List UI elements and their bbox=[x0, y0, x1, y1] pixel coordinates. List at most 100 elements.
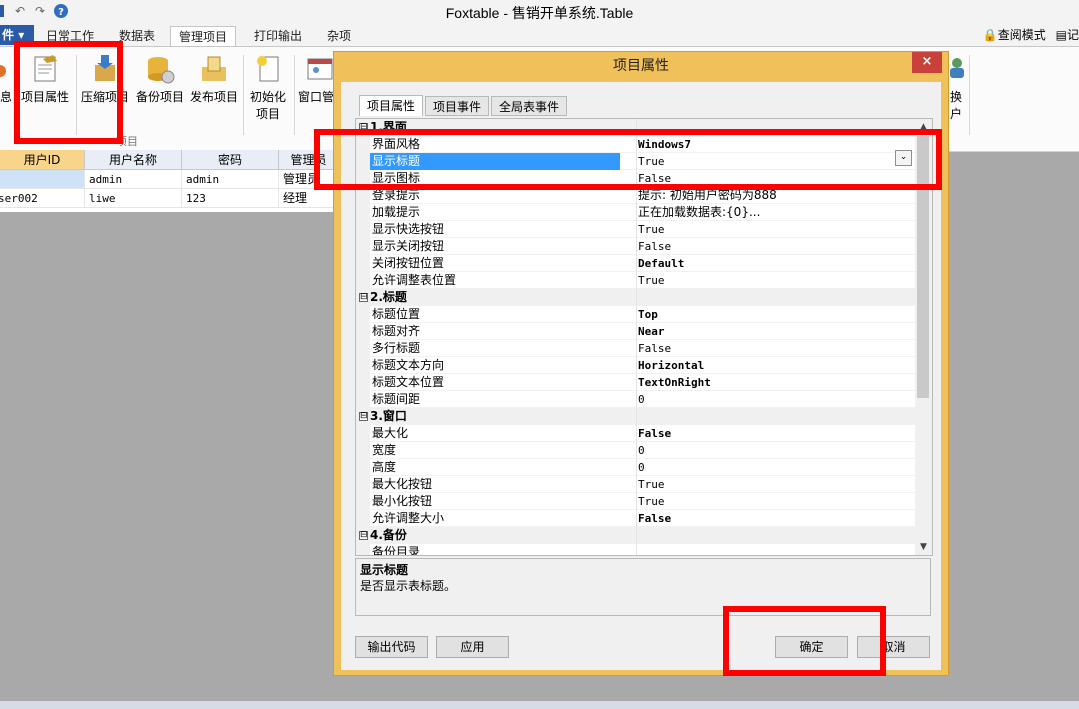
tab-print-output[interactable]: 打印输出 bbox=[254, 26, 302, 46]
column-header-user-id[interactable]: 用户ID bbox=[0, 150, 85, 170]
property-value[interactable]: False bbox=[638, 510, 908, 527]
property-value[interactable]: True bbox=[638, 272, 908, 289]
users-icon bbox=[950, 58, 964, 78]
row-gutter bbox=[356, 221, 370, 238]
scroll-down-icon[interactable]: ▼ bbox=[915, 539, 932, 555]
property-name: 显示快选按钮 bbox=[372, 222, 445, 236]
row-gutter bbox=[356, 340, 370, 357]
category-label: 3.窗口 bbox=[370, 409, 407, 423]
window-manager-label: 窗口管 bbox=[298, 90, 334, 104]
category-label: 4.备份 bbox=[370, 528, 407, 542]
window-manager-icon bbox=[307, 58, 333, 80]
row-gutter bbox=[356, 442, 370, 459]
property-name: 高度 bbox=[372, 460, 397, 474]
row-gutter bbox=[356, 255, 370, 272]
tab-manage-project[interactable]: 管理项目 bbox=[170, 26, 237, 48]
table-cell[interactable]: liwe bbox=[85, 189, 182, 208]
publish-project-label: 发布项目 bbox=[189, 90, 238, 104]
record-button[interactable]: 记 bbox=[1067, 28, 1079, 42]
table-cell[interactable]: 经理 bbox=[279, 189, 339, 208]
property-value[interactable]: False bbox=[638, 425, 908, 442]
export-code-button[interactable]: 输出代码 bbox=[355, 636, 428, 658]
property-name: 备份目录 bbox=[372, 545, 421, 556]
property-value[interactable]: 0 bbox=[638, 442, 908, 459]
property-name: 宽度 bbox=[372, 443, 397, 457]
highlight-box-project-properties bbox=[14, 41, 123, 144]
column-header-user-name[interactable]: 用户名称 bbox=[85, 150, 182, 170]
property-value[interactable]: 正在加载数据表:{0}... bbox=[638, 204, 908, 221]
property-name: 最大化 bbox=[372, 426, 409, 440]
ribbon-separator bbox=[294, 55, 295, 135]
publish-folder-icon bbox=[202, 56, 226, 81]
property-value[interactable]: 0 bbox=[638, 391, 908, 408]
property-name: 标题位置 bbox=[372, 307, 421, 321]
ribbon-tab-strip: 件 ▾ 日常工作 数据表 管理项目 打印输出 杂项 🔒查阅模式 ▤记 bbox=[0, 24, 1079, 48]
column-header-password[interactable]: 密码 bbox=[182, 150, 279, 170]
property-value[interactable]: False bbox=[638, 340, 908, 357]
property-name: 最大化按钮 bbox=[372, 477, 433, 491]
initialize-project-button[interactable]: 初始化 项目 bbox=[247, 53, 289, 122]
info-label: 息 bbox=[0, 90, 12, 104]
property-value[interactable]: Default bbox=[638, 255, 908, 272]
table-cell[interactable] bbox=[0, 170, 85, 189]
property-name: 标题间距 bbox=[372, 392, 421, 406]
property-name: 加载提示 bbox=[372, 205, 421, 219]
property-name: 多行标题 bbox=[372, 341, 421, 355]
property-value[interactable] bbox=[638, 544, 908, 555]
description-title: 显示标题 bbox=[360, 563, 409, 577]
property-value[interactable]: Horizontal bbox=[638, 357, 908, 374]
property-value[interactable]: Near bbox=[638, 323, 908, 340]
tab-project-events[interactable]: 项目事件 bbox=[425, 96, 490, 116]
table-cell[interactable]: admin bbox=[85, 170, 182, 189]
property-value[interactable]: True bbox=[638, 476, 908, 493]
status-bar bbox=[0, 701, 1079, 709]
tab-data-tables[interactable]: 数据表 bbox=[119, 26, 155, 46]
ribbon-separator bbox=[969, 55, 970, 135]
initialize-label-1: 初始化 bbox=[249, 90, 286, 104]
property-value[interactable]: 0 bbox=[638, 459, 908, 476]
property-value[interactable]: False bbox=[638, 238, 908, 255]
database-disk-icon bbox=[148, 57, 175, 84]
table-cell[interactable]: ser002 bbox=[0, 189, 85, 208]
property-value[interactable]: Top bbox=[638, 306, 908, 323]
row-gutter bbox=[356, 306, 370, 323]
window-manager-button[interactable]: 窗口管 bbox=[298, 53, 334, 105]
description-text: 是否显示表标题。 bbox=[360, 579, 457, 593]
property-name: 允许调整表位置 bbox=[372, 273, 457, 287]
table-cell[interactable]: 123 bbox=[182, 189, 279, 208]
initialize-document-icon bbox=[257, 56, 279, 82]
user-table-grid: 用户ID 用户名称 密码 管理员 admin admin 管理员 ser002 … bbox=[0, 150, 339, 212]
property-name: 标题文本位置 bbox=[372, 375, 445, 389]
ribbon-separator bbox=[243, 55, 244, 135]
backup-project-button[interactable]: 备份项目 bbox=[134, 53, 186, 105]
collapse-icon[interactable]: ⊟ bbox=[359, 293, 368, 302]
property-name: 关闭按钮位置 bbox=[372, 256, 445, 270]
row-gutter bbox=[356, 357, 370, 374]
table-cell[interactable]: admin bbox=[182, 170, 279, 189]
tab-project-properties[interactable]: 项目属性 bbox=[359, 95, 424, 116]
row-gutter bbox=[356, 238, 370, 255]
property-name: 允许调整大小 bbox=[372, 511, 445, 525]
backup-project-label: 备份项目 bbox=[135, 90, 184, 104]
dialog-close-button[interactable]: × bbox=[912, 52, 942, 73]
property-name: 标题对齐 bbox=[372, 324, 421, 338]
dialog-title: 项目属性 bbox=[613, 58, 669, 74]
row-gutter bbox=[356, 204, 370, 221]
tab-misc[interactable]: 杂项 bbox=[327, 26, 351, 46]
query-mode-button[interactable]: 查阅模式 bbox=[998, 28, 1046, 42]
property-value[interactable]: True bbox=[638, 221, 908, 238]
tab-global-table-events[interactable]: 全局表事件 bbox=[491, 96, 568, 116]
publish-project-button[interactable]: 发布项目 bbox=[188, 53, 240, 105]
row-gutter bbox=[356, 510, 370, 527]
row-gutter bbox=[356, 476, 370, 493]
property-name: 显示关闭按钮 bbox=[372, 239, 445, 253]
row-gutter bbox=[356, 544, 370, 555]
lock-icon: 🔒 bbox=[982, 28, 998, 42]
property-value[interactable]: True bbox=[638, 493, 908, 510]
apply-button[interactable]: 应用 bbox=[436, 636, 509, 658]
highlight-box-ok-button bbox=[723, 606, 886, 676]
collapse-icon[interactable]: ⊟ bbox=[359, 531, 368, 540]
row-gutter bbox=[356, 425, 370, 442]
property-value[interactable]: TextOnRight bbox=[638, 374, 908, 391]
collapse-icon[interactable]: ⊟ bbox=[359, 412, 368, 421]
